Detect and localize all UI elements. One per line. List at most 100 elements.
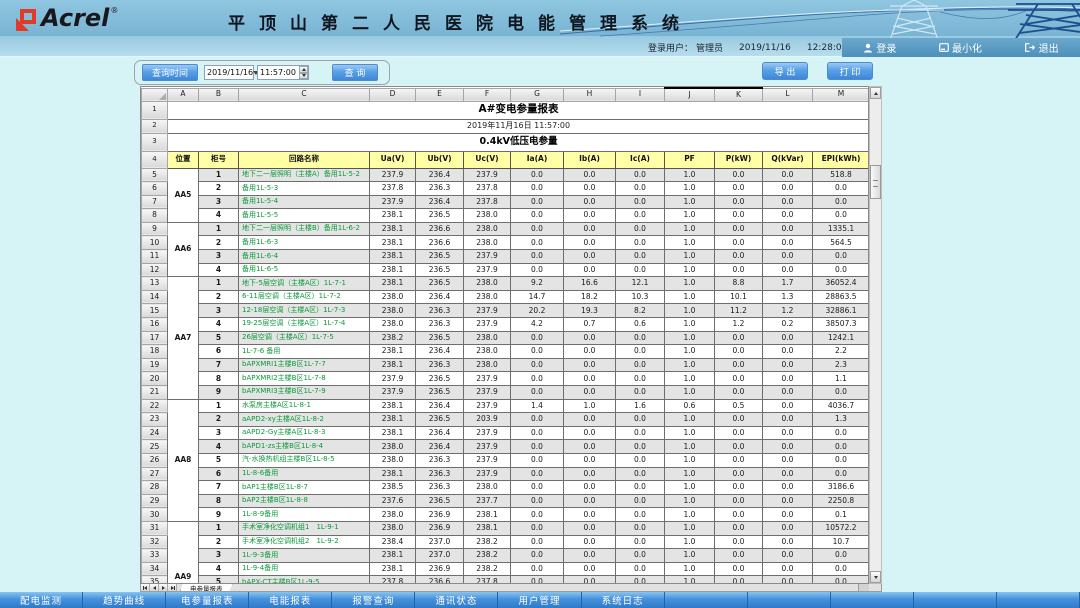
- value-cell[interactable]: 4036.7: [813, 399, 870, 413]
- column-letter-E[interactable]: E: [416, 88, 464, 101]
- value-cell[interactable]: 0.0: [715, 494, 763, 508]
- value-cell[interactable]: 10.7: [813, 535, 870, 549]
- column-header-9[interactable]: PF: [665, 151, 715, 168]
- value-cell[interactable]: 0.0: [564, 440, 616, 454]
- value-cell[interactable]: 0.0: [511, 481, 564, 495]
- value-cell[interactable]: 0.0: [616, 467, 665, 481]
- row-number[interactable]: 23: [142, 413, 168, 427]
- column-letter-B[interactable]: B: [199, 88, 239, 101]
- circuit-number-cell[interactable]: 8: [199, 494, 239, 508]
- value-cell[interactable]: 236.5: [416, 372, 464, 386]
- value-cell[interactable]: 0.0: [813, 576, 870, 584]
- value-cell[interactable]: 0.0: [564, 195, 616, 209]
- cabinet-group-cell[interactable]: AA8: [168, 399, 199, 521]
- row-number[interactable]: 4: [142, 151, 168, 168]
- column-letter-C[interactable]: C: [239, 88, 370, 101]
- value-cell[interactable]: 0.0: [763, 562, 813, 576]
- value-cell[interactable]: 238.1: [370, 399, 416, 413]
- value-cell[interactable]: 0.0: [715, 576, 763, 584]
- scrollbar-thumb[interactable]: [870, 165, 881, 199]
- circuit-number-cell[interactable]: 2: [199, 413, 239, 427]
- value-cell[interactable]: 0.0: [564, 263, 616, 277]
- value-cell[interactable]: 0.0: [715, 535, 763, 549]
- value-cell[interactable]: 0.0: [511, 331, 564, 345]
- value-cell[interactable]: 236.5: [416, 277, 464, 291]
- value-cell[interactable]: 1.0: [665, 494, 715, 508]
- value-cell[interactable]: 0.0: [763, 508, 813, 522]
- column-letter-M[interactable]: M: [813, 88, 870, 101]
- circuit-name-cell[interactable]: 1L-9-4备用: [239, 562, 370, 576]
- value-cell[interactable]: 0.0: [715, 168, 763, 182]
- column-header-3[interactable]: Ua(V): [370, 151, 416, 168]
- value-cell[interactable]: 0.0: [511, 413, 564, 427]
- value-cell[interactable]: 236.3: [416, 182, 464, 196]
- value-cell[interactable]: 0.0: [511, 562, 564, 576]
- value-cell[interactable]: 1.0: [665, 549, 715, 563]
- value-cell[interactable]: 238.0: [464, 209, 511, 223]
- value-cell[interactable]: 0.0: [511, 250, 564, 264]
- value-cell[interactable]: 236.3: [416, 318, 464, 332]
- column-letter-A[interactable]: A: [168, 88, 199, 101]
- value-cell[interactable]: 238.1: [370, 426, 416, 440]
- column-header-12[interactable]: EPI(kWh): [813, 151, 870, 168]
- value-cell[interactable]: 18.2: [564, 290, 616, 304]
- print-button[interactable]: 打 印: [827, 62, 873, 80]
- value-cell[interactable]: 2.3: [813, 358, 870, 372]
- value-cell[interactable]: 8.2: [616, 304, 665, 318]
- value-cell[interactable]: 0.0: [511, 521, 564, 535]
- value-cell[interactable]: 237.0: [416, 535, 464, 549]
- value-cell[interactable]: 0.0: [616, 494, 665, 508]
- value-cell[interactable]: 0.0: [564, 372, 616, 386]
- value-cell[interactable]: 236.3: [416, 481, 464, 495]
- value-cell[interactable]: 1.0: [665, 481, 715, 495]
- circuit-name-cell[interactable]: 6-11层空调（主楼A区）1L-7-2: [239, 290, 370, 304]
- value-cell[interactable]: 0.0: [813, 440, 870, 454]
- value-cell[interactable]: 0.0: [616, 168, 665, 182]
- value-cell[interactable]: 238.1: [370, 209, 416, 223]
- value-cell[interactable]: 0.0: [763, 263, 813, 277]
- nav-tab-empty-2[interactable]: [831, 592, 914, 608]
- value-cell[interactable]: 1.0: [665, 576, 715, 584]
- value-cell[interactable]: 0.0: [511, 576, 564, 584]
- value-cell[interactable]: 10572.2: [813, 521, 870, 535]
- row-number[interactable]: 27: [142, 467, 168, 481]
- value-cell[interactable]: 237.9: [464, 440, 511, 454]
- circuit-name-cell[interactable]: 手术室净化空调机组1 1L-9-1: [239, 521, 370, 535]
- value-cell[interactable]: 1242.1: [813, 331, 870, 345]
- circuit-name-cell[interactable]: 水泵房主楼A区1L-8-1: [239, 399, 370, 413]
- value-cell[interactable]: 0.0: [616, 222, 665, 236]
- value-cell[interactable]: 1.0: [665, 426, 715, 440]
- circuit-name-cell[interactable]: 1L-8-6备用: [239, 467, 370, 481]
- nav-tab-empty-3[interactable]: [914, 592, 997, 608]
- value-cell[interactable]: 0.0: [564, 182, 616, 196]
- value-cell[interactable]: 0.0: [511, 426, 564, 440]
- value-cell[interactable]: 0.0: [715, 250, 763, 264]
- value-cell[interactable]: 238.0: [370, 453, 416, 467]
- value-cell[interactable]: 0.0: [715, 222, 763, 236]
- row-number[interactable]: 15: [142, 304, 168, 318]
- column-header-8[interactable]: Ic(A): [616, 151, 665, 168]
- row-number[interactable]: 24: [142, 426, 168, 440]
- value-cell[interactable]: 236.3: [416, 467, 464, 481]
- tab-split-handle[interactable]: [858, 584, 869, 591]
- value-cell[interactable]: 0.0: [715, 413, 763, 427]
- column-header-10[interactable]: P(kW): [715, 151, 763, 168]
- value-cell[interactable]: 236.5: [416, 331, 464, 345]
- query-button[interactable]: 查 询: [332, 64, 378, 81]
- circuit-number-cell[interactable]: 1: [199, 277, 239, 291]
- value-cell[interactable]: 238.1: [370, 277, 416, 291]
- value-cell[interactable]: 0.0: [616, 508, 665, 522]
- value-cell[interactable]: 28863.5: [813, 290, 870, 304]
- column-header-6[interactable]: Ia(A): [511, 151, 564, 168]
- column-letter-H[interactable]: H: [564, 88, 616, 101]
- date-picker[interactable]: 2019/11/16: [204, 65, 254, 80]
- value-cell[interactable]: 1.0: [665, 304, 715, 318]
- value-cell[interactable]: 237.8: [370, 182, 416, 196]
- value-cell[interactable]: 0.0: [715, 467, 763, 481]
- value-cell[interactable]: 238.0: [370, 440, 416, 454]
- nav-tab-empty-4[interactable]: [997, 592, 1080, 608]
- value-cell[interactable]: 238.1: [370, 263, 416, 277]
- row-number[interactable]: 21: [142, 386, 168, 400]
- value-cell[interactable]: 0.0: [813, 250, 870, 264]
- value-cell[interactable]: 1.0: [665, 453, 715, 467]
